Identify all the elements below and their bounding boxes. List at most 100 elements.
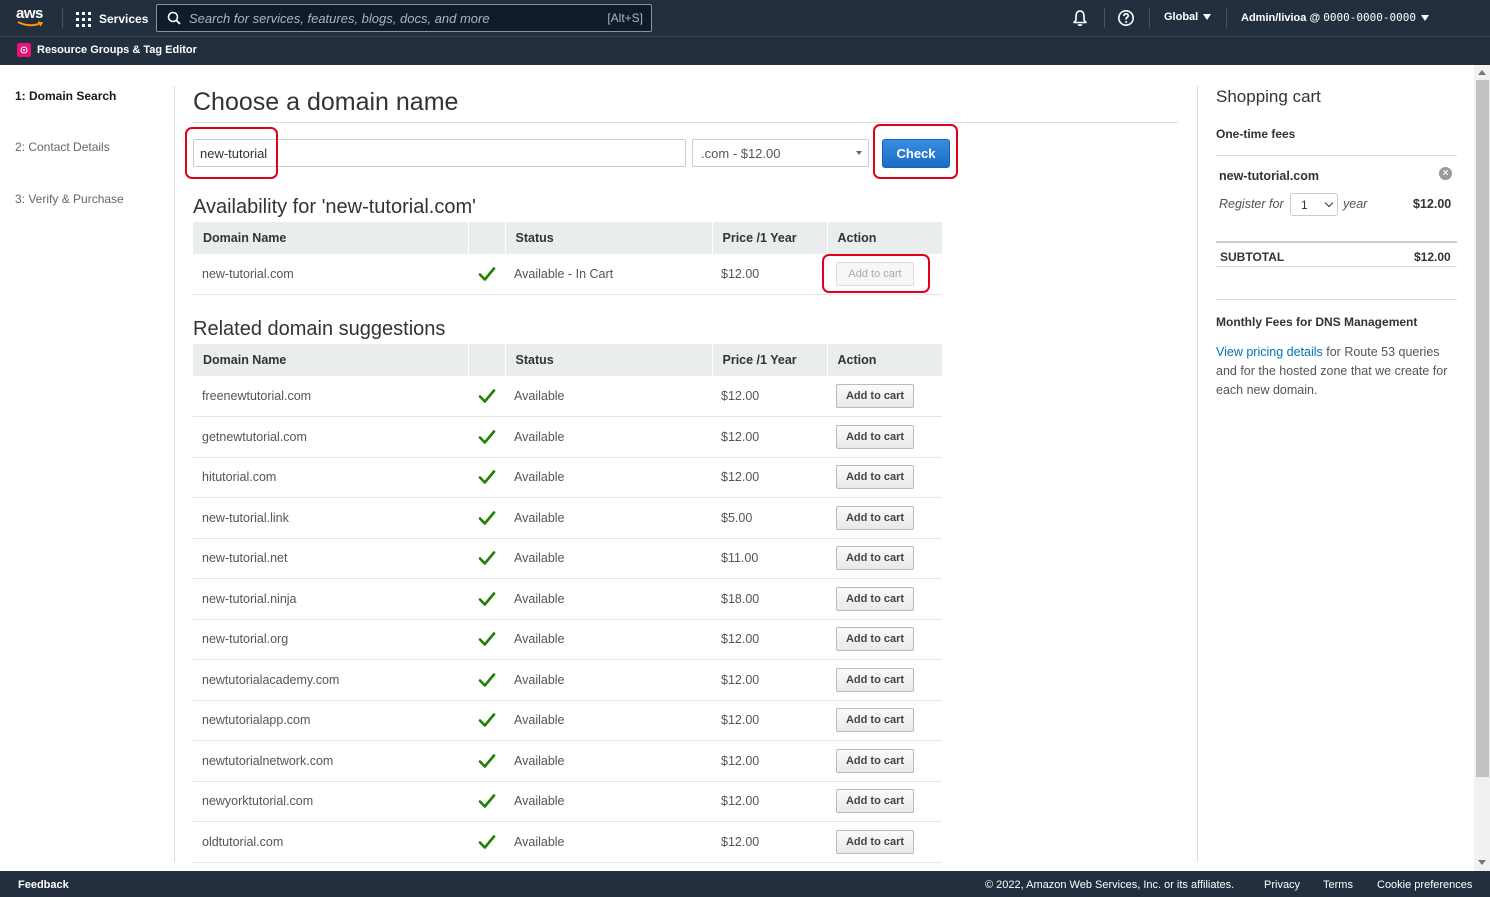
account-menu[interactable]: Admin/livioa @ 0000-0000-0000 <box>1241 11 1429 24</box>
domain-name-cell: new-tutorial.com <box>193 254 468 295</box>
step-domain-search[interactable]: 1: Domain Search <box>15 89 116 103</box>
price-cell: $5.00 <box>712 497 827 539</box>
aws-logo[interactable]: aws <box>16 5 46 31</box>
dns-pricing-text: View pricing details for Route 53 querie… <box>1216 343 1461 400</box>
help-icon[interactable] <box>1117 9 1135 27</box>
add-to-cart-button[interactable]: Add to cart <box>836 748 914 773</box>
col-status: Status <box>505 222 713 254</box>
add-to-cart-button[interactable]: Add to cart <box>836 424 914 449</box>
check-cell <box>468 578 505 620</box>
add-to-cart-button[interactable]: Add to cart <box>836 262 914 286</box>
status-cell: Available <box>505 376 712 417</box>
scroll-up-icon[interactable] <box>1478 70 1486 75</box>
add-to-cart-button[interactable]: Add to cart <box>836 384 914 408</box>
cart-item-domain: new-tutorial.com <box>1219 169 1320 183</box>
copyright-text: © 2022, Amazon Web Services, Inc. or its… <box>985 879 1235 891</box>
account-id: 0000-0000-0000 <box>1323 11 1416 24</box>
domain-name-cell: hitutorial.com <box>193 457 468 498</box>
years-select[interactable]: 1 <box>1290 193 1338 216</box>
check-cell <box>468 700 505 741</box>
step-contact-details[interactable]: 2: Contact Details <box>15 140 110 154</box>
check-cell <box>468 619 505 660</box>
domain-name-cell: newtutorialnetwork.com <box>193 740 468 782</box>
check-icon <box>478 551 496 566</box>
related-table: Domain Name Status Price /1 Year Action … <box>193 344 942 863</box>
related-table-body: freenewtutorial.com Available $12.00 Add to… <box>193 376 942 863</box>
price-cell: $12.00 <box>712 416 827 458</box>
cart-title: Shopping cart <box>1216 87 1321 106</box>
add-to-cart-button[interactable]: Add to cart <box>836 586 914 611</box>
monthly-fees-title: Monthly Fees for DNS Management <box>1216 315 1418 329</box>
divider <box>1216 299 1457 300</box>
scroll-down-icon[interactable] <box>1478 860 1486 865</box>
check-icon <box>478 753 496 768</box>
add-to-cart-button[interactable]: Add to cart <box>836 505 914 530</box>
services-label: Services <box>99 12 149 26</box>
table-row: new-tutorial.link Available $5.00 Add to ca… <box>193 497 942 539</box>
col-check <box>468 222 506 254</box>
related-title: Related domain suggestions <box>193 318 446 340</box>
check-icon <box>478 510 496 525</box>
action-cell: Add to cart <box>827 538 942 579</box>
col-domain-name: Domain Name <box>193 344 469 376</box>
action-cell: Add to cart <box>827 497 942 539</box>
cart-item-price: $12.00 <box>1413 197 1452 211</box>
resource-groups-link[interactable]: Resource Groups & Tag Editor <box>17 43 197 57</box>
check-icon <box>478 429 496 444</box>
col-action: Action <box>827 344 942 376</box>
domain-name-cell: newtutorialapp.com <box>193 700 468 741</box>
action-cell: Add to cart <box>827 821 942 863</box>
price-cell: $18.00 <box>712 578 827 620</box>
availability-title: Availability for 'new-tutorial.com' <box>193 196 476 218</box>
domain-name-cell: new-tutorial.org <box>193 619 468 660</box>
scrollbar-thumb[interactable] <box>1476 80 1489 777</box>
tld-select[interactable]: .com - $12.00 <box>692 139 869 167</box>
price-cell: $12.00 <box>712 740 827 782</box>
check-cell <box>468 457 505 498</box>
action-cell: Add to cart <box>827 376 942 417</box>
search-input[interactable] <box>189 10 608 26</box>
domain-name-input[interactable] <box>193 139 686 167</box>
step-verify-purchase[interactable]: 3: Verify & Purchase <box>15 192 124 206</box>
col-price: Price /1 Year <box>712 344 828 376</box>
divider <box>174 86 175 862</box>
price-cell: $12.00 <box>712 781 827 822</box>
add-to-cart-button[interactable]: Add to cart <box>836 708 914 733</box>
status-cell: Available <box>505 619 712 660</box>
domain-name-cell: newtutorialacademy.com <box>193 659 468 701</box>
subtotal-value: $12.00 <box>1414 250 1451 264</box>
region-menu[interactable]: Global <box>1164 11 1212 23</box>
feedback-link[interactable]: Feedback <box>18 879 69 891</box>
action-cell: Add to cart <box>827 700 942 741</box>
privacy-link[interactable]: Privacy <box>1264 879 1300 891</box>
add-to-cart-button[interactable]: Add to cart <box>836 667 914 692</box>
global-search[interactable]: [Alt+S] <box>156 4 652 32</box>
check-icon <box>478 672 496 687</box>
cookie-preferences-link[interactable]: Cookie preferences <box>1377 879 1472 891</box>
action-cell: Add to cart <box>827 659 942 701</box>
page-title: Choose a domain name <box>193 88 459 116</box>
resource-groups-icon <box>17 43 31 57</box>
search-shortcut-hint: [Alt+S] <box>607 11 643 25</box>
check-icon <box>478 834 496 849</box>
view-pricing-link[interactable]: View pricing details <box>1216 345 1323 359</box>
add-to-cart-button[interactable]: Add to cart <box>836 789 914 814</box>
terms-link[interactable]: Terms <box>1323 879 1353 891</box>
table-row: newtutorialapp.com Available $12.00 Add to … <box>193 700 942 741</box>
add-to-cart-button[interactable]: Add to cart <box>836 627 914 652</box>
check-button[interactable]: Check <box>882 139 950 168</box>
divider <box>193 122 1178 123</box>
add-to-cart-button[interactable]: Add to cart <box>836 546 914 571</box>
remove-icon[interactable]: × <box>1439 167 1452 180</box>
check-icon <box>478 713 496 728</box>
chevron-down-icon <box>1324 198 1334 208</box>
check-cell <box>468 659 505 701</box>
action-cell: Add to cart <box>827 254 942 295</box>
bell-icon[interactable] <box>1071 9 1089 27</box>
services-menu-button[interactable]: Services <box>76 10 148 28</box>
add-to-cart-button[interactable]: Add to cart <box>836 829 914 854</box>
check-icon <box>478 267 496 281</box>
add-to-cart-button[interactable]: Add to cart <box>836 465 914 490</box>
one-time-fees-label: One-time fees <box>1216 127 1296 141</box>
col-action: Action <box>827 222 942 254</box>
